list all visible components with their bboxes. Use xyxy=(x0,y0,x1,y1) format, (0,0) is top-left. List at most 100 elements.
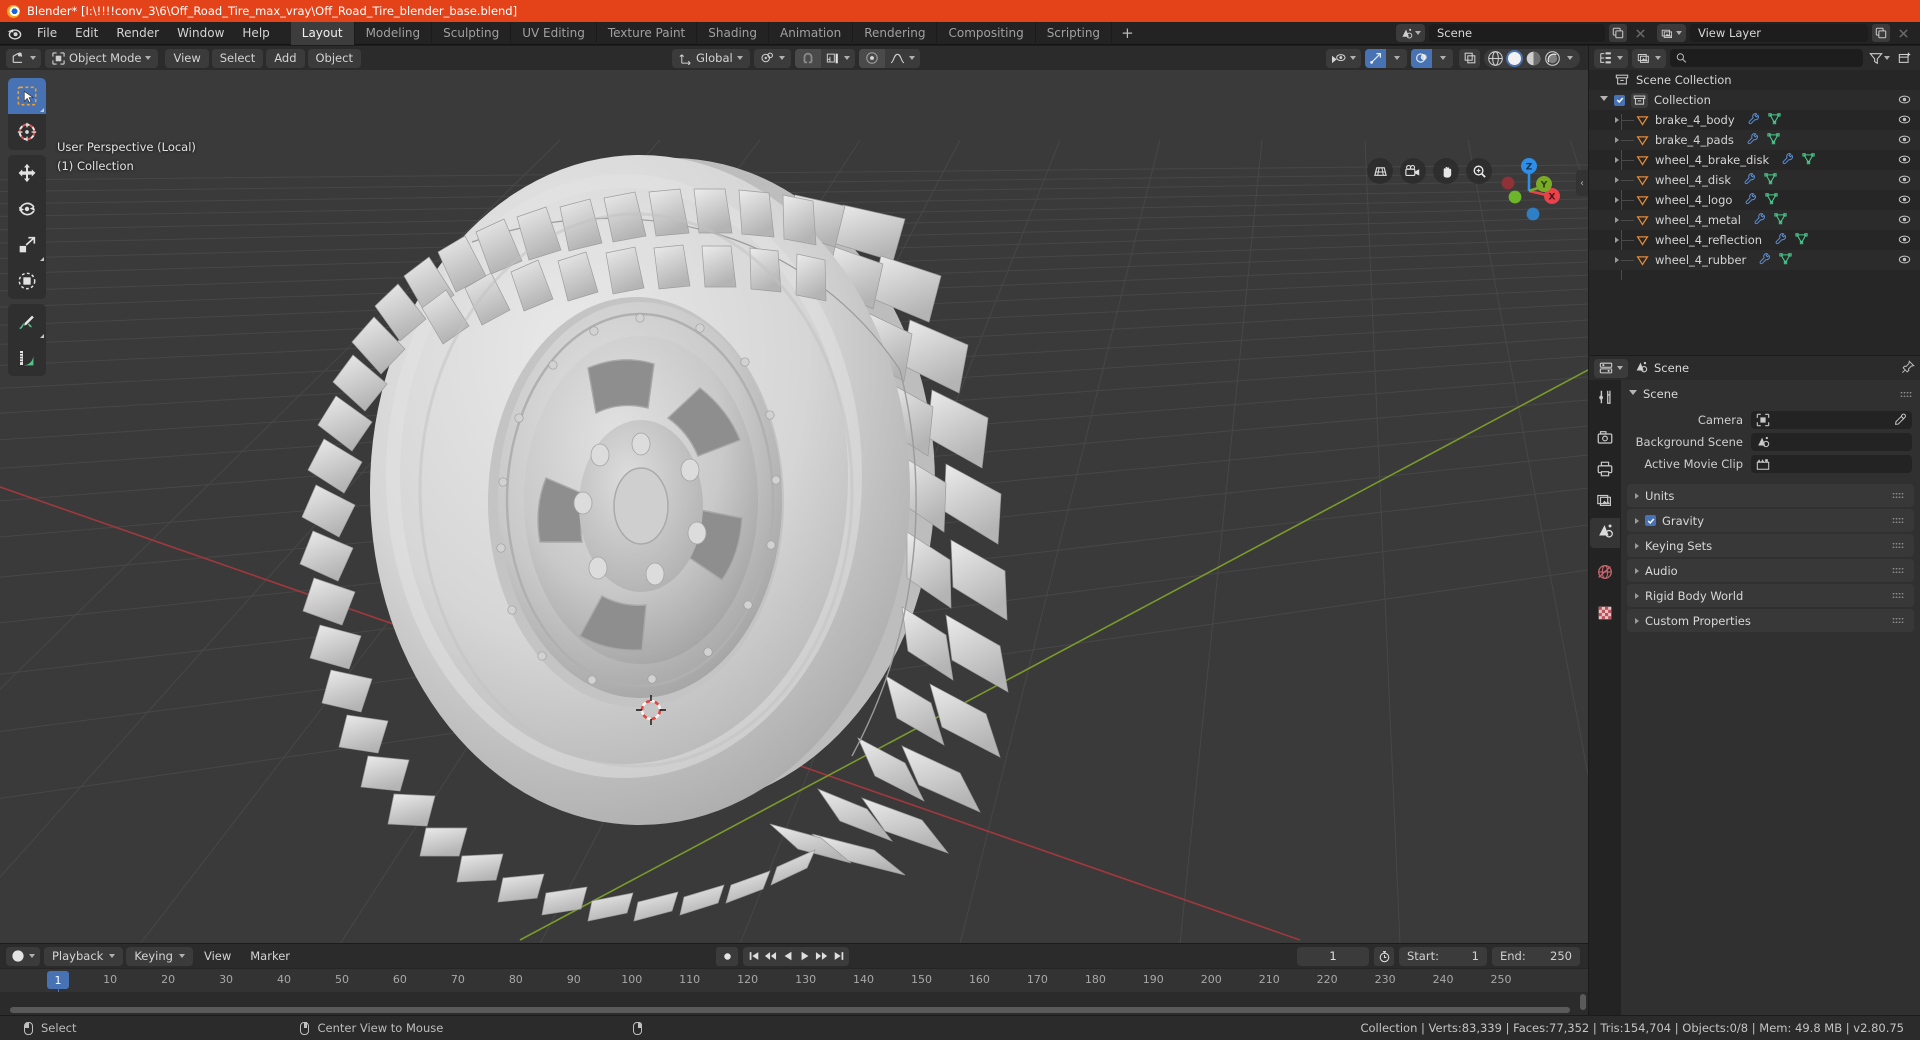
object-expand-arrow[interactable] xyxy=(1615,237,1619,243)
object-mode-selector[interactable]: Object Mode xyxy=(45,48,159,68)
transform-tool[interactable] xyxy=(8,263,46,299)
outliner-row-wheel_4_brake_disk[interactable]: wheel_4_brake_disk xyxy=(1589,150,1920,170)
outliner-display-mode-icon[interactable] xyxy=(1594,49,1628,68)
rotate-tool[interactable] xyxy=(8,191,46,227)
object-expand-arrow[interactable] xyxy=(1615,177,1619,183)
outliner-search-field[interactable] xyxy=(1691,51,1857,65)
viewport-menu-object[interactable]: Object xyxy=(307,48,361,68)
move-tool[interactable] xyxy=(8,155,46,191)
workspace-tab-compositing[interactable]: Compositing xyxy=(937,21,1036,45)
wrench-icon[interactable] xyxy=(1746,132,1759,148)
annotate-tool[interactable] xyxy=(8,304,46,340)
panel-expand-arrow[interactable] xyxy=(1635,592,1639,599)
output-properties-tab[interactable] xyxy=(1590,456,1620,486)
frame-start-field[interactable]: Start: 1 xyxy=(1399,946,1487,966)
workspace-tab-uv-editing[interactable]: UV Editing xyxy=(511,21,597,45)
view-layer-name-field[interactable]: View Layer xyxy=(1690,24,1868,42)
record-icon[interactable] xyxy=(716,946,738,966)
tweak-select-tool[interactable] xyxy=(8,78,46,114)
outliner-row-brake_4_pads[interactable]: brake_4_pads xyxy=(1589,130,1920,150)
camera-view-icon[interactable] xyxy=(1400,158,1426,184)
timeline-ruler[interactable]: 10 20 30 40 50 60 70 80 90 100 110 120 130 140 150 160 1… xyxy=(0,968,1588,1039)
view-layer-properties-tab[interactable] xyxy=(1590,487,1620,517)
outliner-row-scene-collection[interactable]: Scene Collection xyxy=(1589,70,1920,90)
object-visibility-toggle[interactable] xyxy=(1898,213,1911,229)
zoom-region-icon[interactable] xyxy=(1367,158,1393,184)
timeline-vertical-scrollbar[interactable] xyxy=(1580,994,1586,1010)
workspace-tab-sculpting[interactable]: Sculpting xyxy=(432,21,512,45)
viewport-menu-view[interactable]: View xyxy=(165,48,209,68)
shading-wireframe-button[interactable] xyxy=(1487,50,1504,67)
menu-item-edit[interactable]: Edit xyxy=(66,24,107,42)
view-layer-datablock-selector[interactable] xyxy=(1657,24,1686,42)
outliner-row-wheel_4_rubber[interactable]: wheel_4_rubber xyxy=(1589,250,1920,270)
scene-row-field[interactable] xyxy=(1751,433,1912,451)
collection-visibility-icon[interactable] xyxy=(1898,93,1911,109)
menu-item-help[interactable]: Help xyxy=(233,24,278,42)
properties-editor-icon[interactable] xyxy=(1594,359,1628,378)
view-layer-icon[interactable] xyxy=(1632,49,1666,68)
cursor-tool[interactable] xyxy=(8,114,46,150)
editor-separator-vertical[interactable] xyxy=(1588,46,1589,1015)
properties-editor-type-selector[interactable] xyxy=(1594,358,1628,378)
auto-keying-icon[interactable] xyxy=(1374,946,1394,966)
outliner-row-wheel_4_reflection[interactable]: wheel_4_reflection xyxy=(1589,230,1920,250)
properties-panel-keying-sets[interactable]: Keying Sets xyxy=(1627,534,1914,557)
pivot-point-selector[interactable] xyxy=(753,48,791,68)
overlays-icon[interactable] xyxy=(1411,48,1432,68)
outliner-row-collection[interactable]: Collection xyxy=(1589,90,1920,110)
scene-row-field[interactable] xyxy=(1751,455,1912,473)
outliner-display-mode-selector[interactable] xyxy=(1594,48,1628,68)
wrench-icon[interactable] xyxy=(1747,112,1760,128)
viewport-menu-select[interactable]: Select xyxy=(211,48,264,68)
mesh-data-icon[interactable] xyxy=(1802,152,1815,168)
jump-start-icon[interactable] xyxy=(745,947,762,966)
mesh-data-icon[interactable] xyxy=(1767,132,1780,148)
workspace-tab-layout[interactable]: Layout xyxy=(290,21,355,45)
current-frame-field[interactable]: 1 xyxy=(1297,946,1369,966)
prev-keyframe-icon[interactable] xyxy=(762,947,779,966)
timeline-menu-view[interactable]: View xyxy=(196,947,239,966)
panel-expand-arrow[interactable] xyxy=(1635,567,1639,574)
play-icon[interactable] xyxy=(796,947,813,966)
object-visibility-toggle[interactable] xyxy=(1898,173,1911,189)
wrench-icon[interactable] xyxy=(1753,212,1766,228)
properties-panel-units[interactable]: Units xyxy=(1627,484,1914,507)
collection-expand-arrow[interactable] xyxy=(1600,96,1608,104)
play-reverse-icon[interactable] xyxy=(779,947,796,966)
pan-view-icon[interactable] xyxy=(1433,158,1459,184)
object-expand-arrow[interactable] xyxy=(1615,197,1619,203)
properties-panel-audio[interactable]: Audio xyxy=(1627,559,1914,582)
editor-type-selector[interactable] xyxy=(6,48,41,68)
eyedropper-icon[interactable] xyxy=(1894,411,1907,430)
xray-toggle-icon[interactable] xyxy=(1459,48,1480,68)
next-keyframe-icon[interactable] xyxy=(813,947,830,966)
workspace-tab-rendering[interactable]: Rendering xyxy=(853,21,938,45)
filter-icon[interactable] xyxy=(1867,49,1891,67)
scene-name-field[interactable]: Scene xyxy=(1429,24,1605,42)
shading-solid-button[interactable] xyxy=(1506,49,1523,67)
mesh-data-icon[interactable] xyxy=(1764,172,1777,188)
pivot-point-icon[interactable] xyxy=(754,49,791,68)
timeline-playhead[interactable]: 1 xyxy=(47,971,69,989)
3d-viewport[interactable]: User Perspective (Local) (1) Collection xyxy=(0,70,1588,944)
object-visibility-toggle[interactable] xyxy=(1898,153,1911,169)
outliner-row-wheel_4_logo[interactable]: wheel_4_logo xyxy=(1589,190,1920,210)
editor-separator-right[interactable] xyxy=(1589,355,1920,356)
object-visibility-toggle[interactable] xyxy=(1898,193,1911,209)
panel-checkbox[interactable] xyxy=(1645,515,1656,526)
outliner-tree[interactable]: Scene Collection Collection brake_4_body… xyxy=(1589,70,1920,355)
workspace-tab-modeling[interactable]: Modeling xyxy=(355,21,433,45)
object-visibility-selector[interactable] xyxy=(1326,48,1361,68)
viewport-menu-add[interactable]: Add xyxy=(266,48,305,68)
mesh-data-icon[interactable] xyxy=(1774,212,1787,228)
outliner-row-wheel_4_metal[interactable]: wheel_4_metal xyxy=(1589,210,1920,230)
object-visibility-toggle[interactable] xyxy=(1898,113,1911,129)
timeline-editor-icon[interactable] xyxy=(6,947,40,966)
object-mode-icon[interactable]: Object Mode xyxy=(45,49,158,68)
zoom-view-icon[interactable] xyxy=(1466,158,1492,184)
timeline-menu-keying[interactable]: Keying xyxy=(126,946,193,966)
editor-separator-timeline[interactable] xyxy=(0,943,1588,944)
pin-icon[interactable] xyxy=(1901,359,1915,378)
measure-tool[interactable] xyxy=(8,340,46,376)
